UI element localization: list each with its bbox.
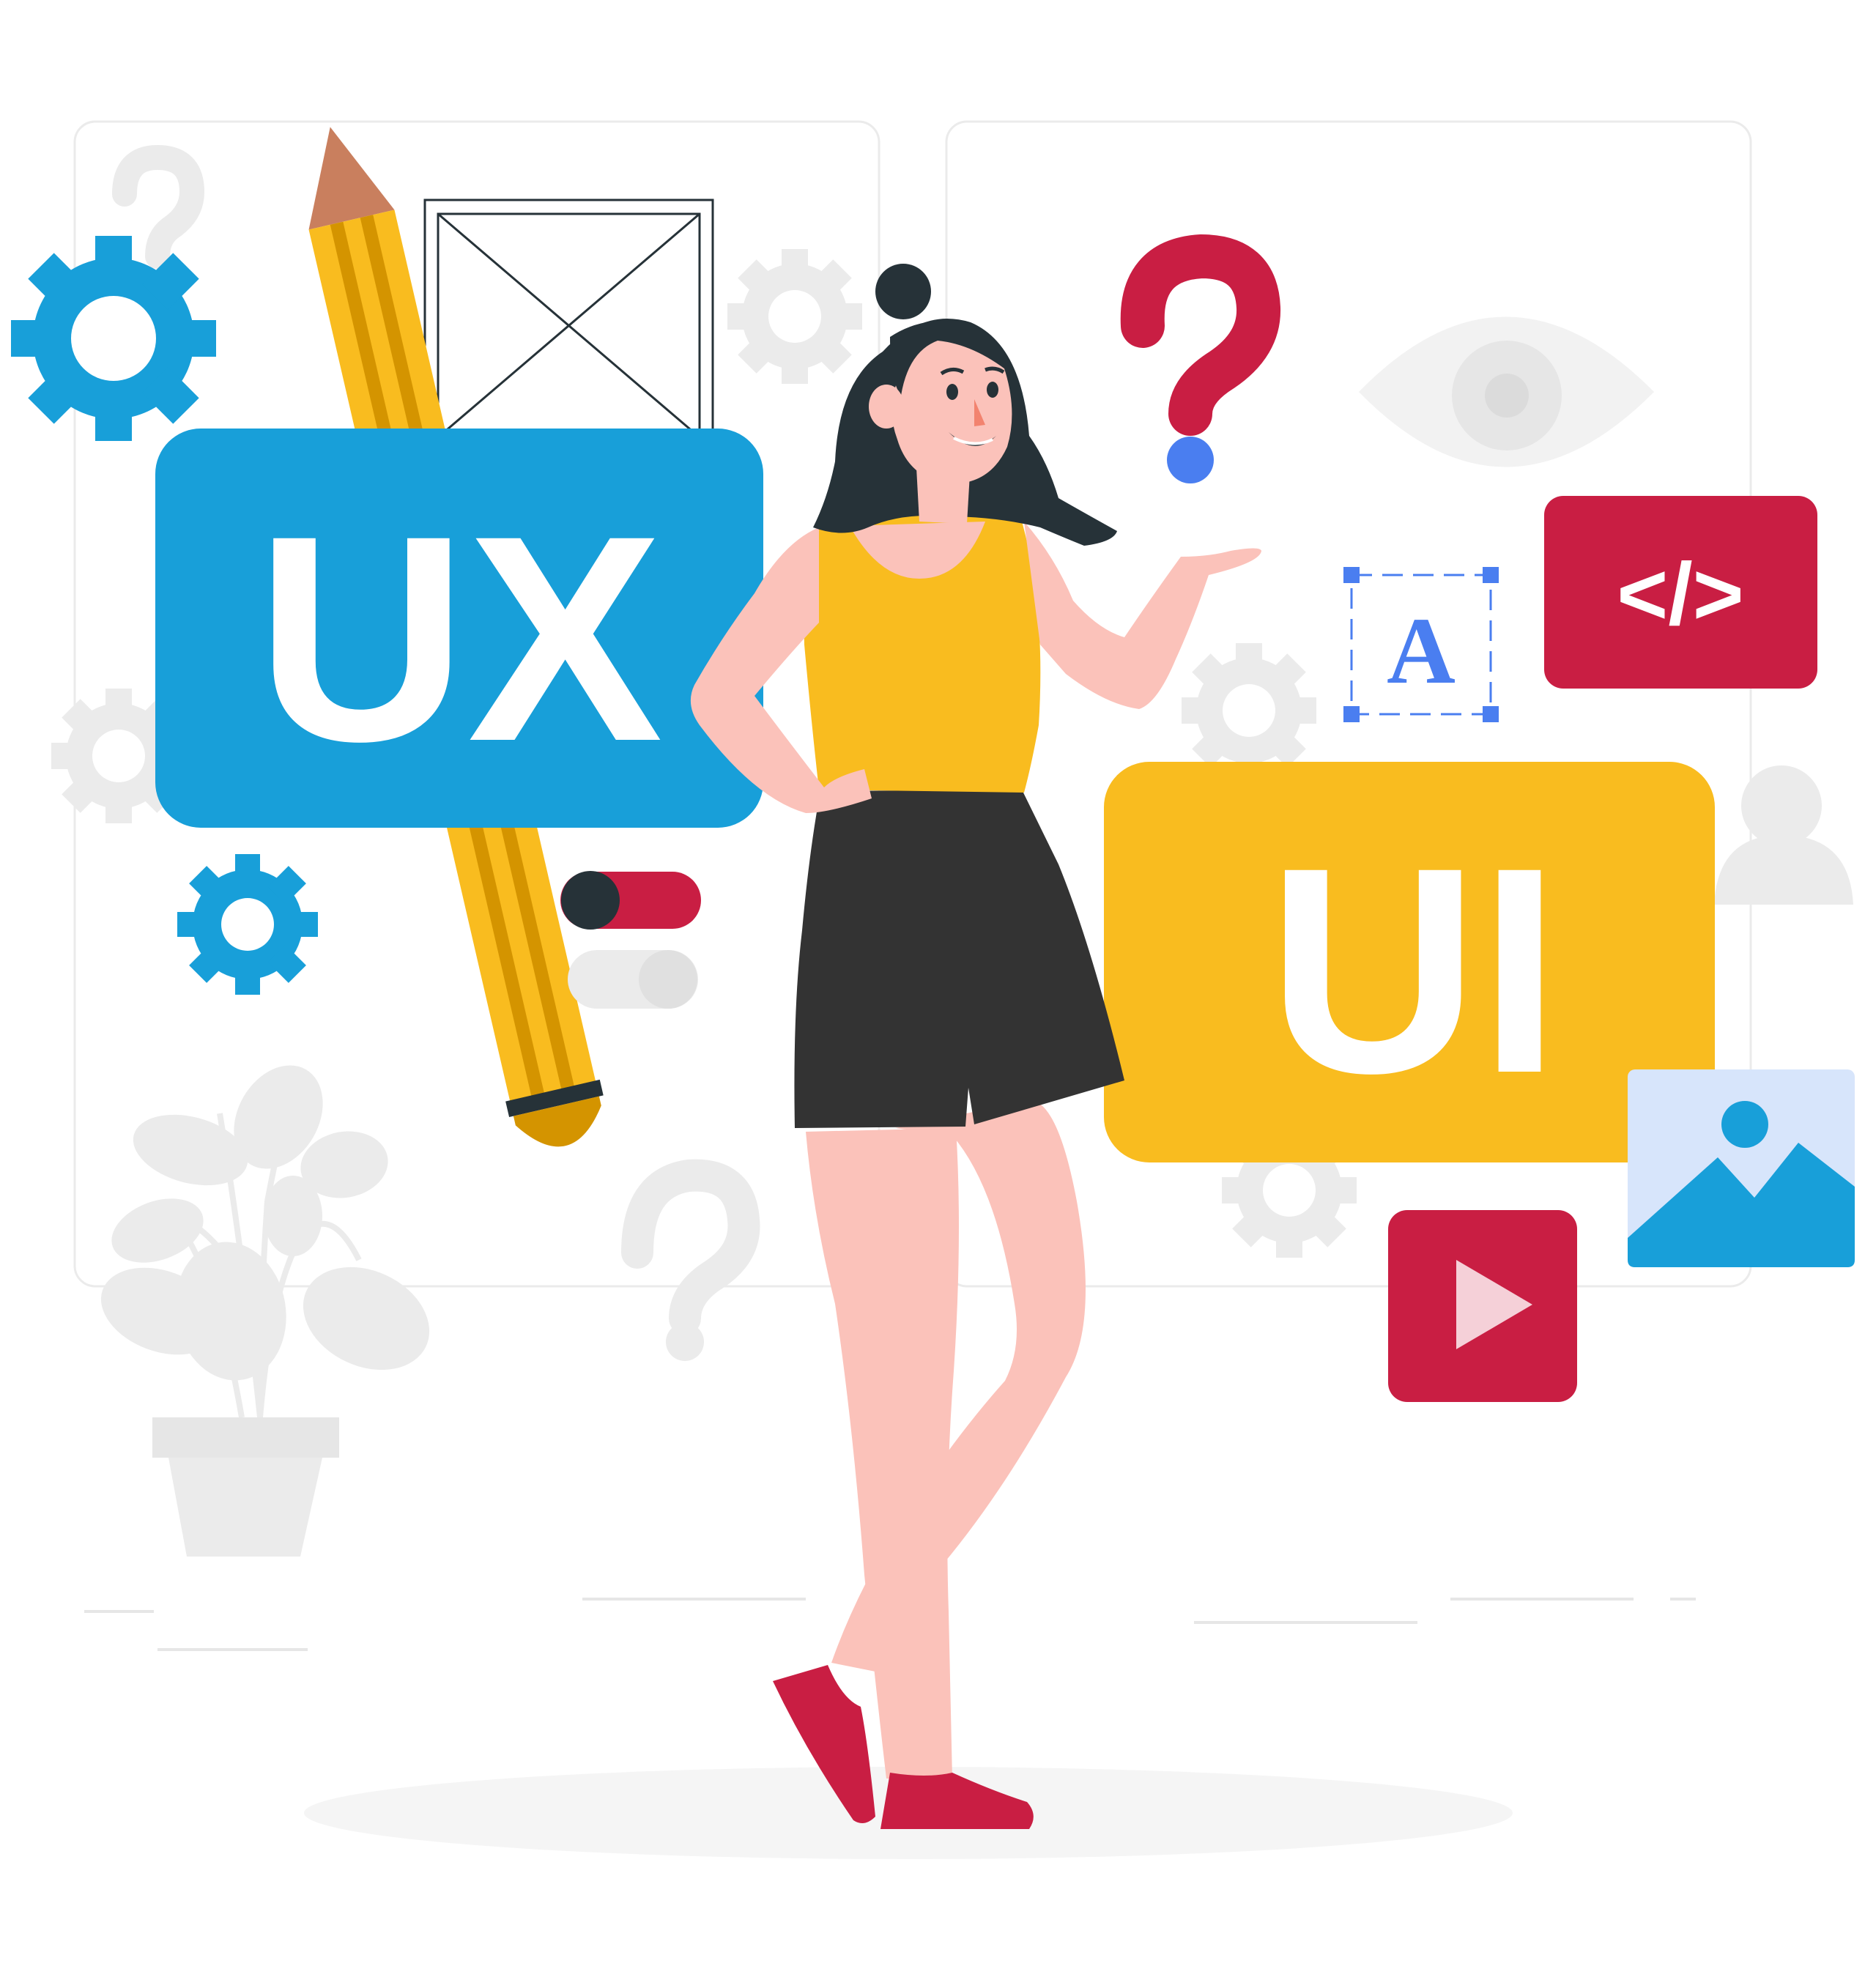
text-tool-icon: A xyxy=(1343,567,1499,722)
gear-blue-icon xyxy=(177,854,318,995)
gear-gray-icon xyxy=(1182,643,1316,778)
question-mark-gray-icon xyxy=(112,144,205,269)
shorts xyxy=(794,790,1124,1128)
text-tool-glyph: A xyxy=(1387,598,1456,704)
eye-icon xyxy=(1359,316,1654,467)
code-label: </> xyxy=(1617,545,1744,643)
gear-blue-icon xyxy=(11,236,216,441)
ux-card: UX xyxy=(155,429,763,828)
gear-gray-icon xyxy=(727,249,862,384)
image-card xyxy=(1628,1069,1855,1267)
ux-label: UX xyxy=(256,475,664,802)
toggle-on[interactable] xyxy=(560,871,701,930)
ui-label: UI xyxy=(1267,806,1560,1134)
question-mark-icon xyxy=(1120,234,1281,483)
wireframe-placeholder xyxy=(423,199,714,450)
user-icon xyxy=(1714,765,1853,905)
code-card: </> xyxy=(1544,496,1817,689)
ui-card: UI xyxy=(1104,762,1715,1162)
plant-icon xyxy=(100,1065,430,1557)
video-card xyxy=(1388,1210,1577,1402)
toggle-off[interactable] xyxy=(568,950,698,1009)
illustration: UX A </> UI xyxy=(0,0,1865,1984)
question-mark-gray-icon xyxy=(621,1159,760,1361)
